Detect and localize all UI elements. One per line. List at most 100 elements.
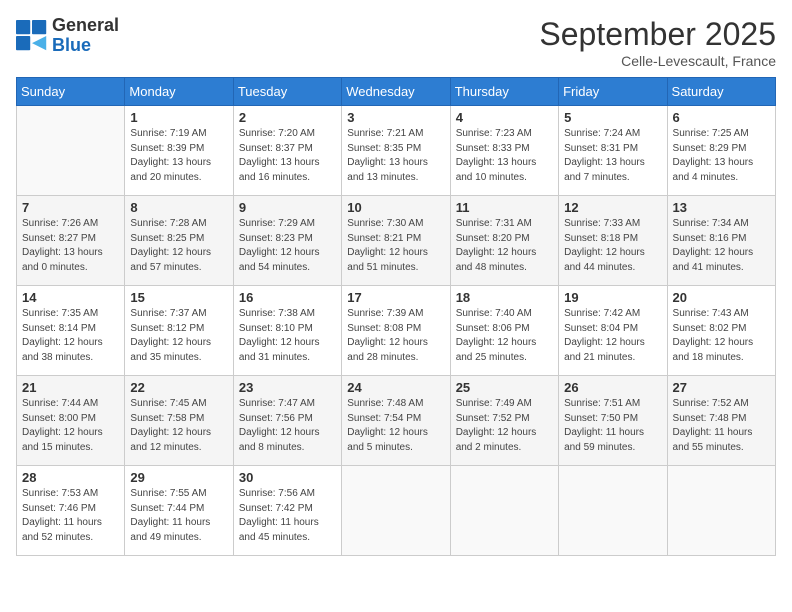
day-info: Sunrise: 7:24 AM Sunset: 8:31 PM Dayligh… [564,127,661,185]
day-number: 5 [564,110,661,125]
day-number: 25 [456,380,553,395]
calendar-cell: 30Sunrise: 7:56 AM Sunset: 7:42 PM Dayli… [233,466,341,556]
day-info: Sunrise: 7:20 AM Sunset: 8:37 PM Dayligh… [239,127,336,185]
calendar-week-row: 1Sunrise: 7:19 AM Sunset: 8:39 PM Daylig… [17,106,776,196]
logo-icon [16,20,48,52]
day-info: Sunrise: 7:53 AM Sunset: 7:46 PM Dayligh… [22,487,119,545]
day-of-week-header: Sunday [17,78,125,106]
day-info: Sunrise: 7:40 AM Sunset: 8:06 PM Dayligh… [456,307,553,365]
day-number: 28 [22,470,119,485]
calendar-cell: 21 Sunrise: 7:44 AM Sunset: 8:00 PM Dayli… [17,376,125,466]
day-number: 18 [456,290,553,305]
calendar-cell: 10 Sunrise: 7:30 AM Sunset: 8:21 PM Dayli… [342,196,450,286]
calendar-cell: 22Sunrise: 7:45 AM Sunset: 7:58 PM Dayli… [125,376,233,466]
calendar-cell: 27 Sunrise: 7:52 AM Sunset: 7:48 PM Dayli… [667,376,775,466]
day-number: 12 [564,200,661,215]
day-info: Sunrise: 7:45 AM Sunset: 7:58 PM Dayligh… [130,397,227,455]
calendar-cell: 11 Sunrise: 7:31 AM Sunset: 8:20 PM Dayli… [450,196,558,286]
day-info: Sunrise: 7:47 AM Sunset: 7:56 PM Dayligh… [239,397,336,455]
day-info: Sunrise: 7:19 AM Sunset: 8:39 PM Dayligh… [130,127,227,185]
day-number: 16 [239,290,336,305]
day-info: Sunrise: 7:31 AM Sunset: 8:20 PM Dayligh… [456,217,553,275]
calendar-cell: 16 Sunrise: 7:38 AM Sunset: 8:10 PM Dayli… [233,286,341,376]
day-number: 26 [564,380,661,395]
calendar-cell [667,466,775,556]
day-info: Sunrise: 7:26 AM Sunset: 8:27 PM Dayligh… [22,217,119,275]
day-info: Sunrise: 7:33 AM Sunset: 8:18 PM Dayligh… [564,217,661,275]
day-info: Sunrise: 7:44 AM Sunset: 8:00 PM Dayligh… [22,397,119,455]
day-number: 27 [673,380,770,395]
calendar-cell: 1Sunrise: 7:19 AM Sunset: 8:39 PM Daylig… [125,106,233,196]
day-number: 9 [239,200,336,215]
day-number: 10 [347,200,444,215]
calendar-cell: 9 Sunrise: 7:29 AM Sunset: 8:23 PM Daylig… [233,196,341,286]
logo-text: General Blue [52,16,119,56]
logo: General Blue [16,16,119,56]
calendar-cell: 3 Sunrise: 7:21 AM Sunset: 8:35 PM Daylig… [342,106,450,196]
day-info: Sunrise: 7:38 AM Sunset: 8:10 PM Dayligh… [239,307,336,365]
day-number: 2 [239,110,336,125]
day-info: Sunrise: 7:39 AM Sunset: 8:08 PM Dayligh… [347,307,444,365]
day-info: Sunrise: 7:55 AM Sunset: 7:44 PM Dayligh… [130,487,227,545]
day-info: Sunrise: 7:35 AM Sunset: 8:14 PM Dayligh… [22,307,119,365]
day-number: 17 [347,290,444,305]
calendar-cell: 5 Sunrise: 7:24 AM Sunset: 8:31 PM Daylig… [559,106,667,196]
calendar-cell: 24 Sunrise: 7:48 AM Sunset: 7:54 PM Dayli… [342,376,450,466]
day-number: 13 [673,200,770,215]
day-number: 6 [673,110,770,125]
day-number: 7 [22,200,119,215]
calendar-cell: 18 Sunrise: 7:40 AM Sunset: 8:06 PM Dayli… [450,286,558,376]
day-number: 8 [130,200,227,215]
day-info: Sunrise: 7:49 AM Sunset: 7:52 PM Dayligh… [456,397,553,455]
day-of-week-header: Monday [125,78,233,106]
calendar-week-row: 28 Sunrise: 7:53 AM Sunset: 7:46 PM Dayli… [17,466,776,556]
day-info: Sunrise: 7:28 AM Sunset: 8:25 PM Dayligh… [130,217,227,275]
day-number: 3 [347,110,444,125]
day-of-week-header: Friday [559,78,667,106]
calendar-cell: 23 Sunrise: 7:47 AM Sunset: 7:56 PM Dayli… [233,376,341,466]
calendar-cell: 19 Sunrise: 7:42 AM Sunset: 8:04 PM Dayli… [559,286,667,376]
day-of-week-header: Thursday [450,78,558,106]
day-info: Sunrise: 7:48 AM Sunset: 7:54 PM Dayligh… [347,397,444,455]
calendar-cell: 12 Sunrise: 7:33 AM Sunset: 8:18 PM Dayli… [559,196,667,286]
day-info: Sunrise: 7:43 AM Sunset: 8:02 PM Dayligh… [673,307,770,365]
day-number: 20 [673,290,770,305]
day-info: Sunrise: 7:42 AM Sunset: 8:04 PM Dayligh… [564,307,661,365]
day-of-week-header: Tuesday [233,78,341,106]
calendar-cell [450,466,558,556]
calendar-cell: 4Sunrise: 7:23 AM Sunset: 8:33 PM Daylig… [450,106,558,196]
day-number: 29 [130,470,227,485]
calendar-cell [559,466,667,556]
day-info: Sunrise: 7:25 AM Sunset: 8:29 PM Dayligh… [673,127,770,185]
day-number: 24 [347,380,444,395]
calendar-week-row: 21 Sunrise: 7:44 AM Sunset: 8:00 PM Dayli… [17,376,776,466]
calendar-cell: 14 Sunrise: 7:35 AM Sunset: 8:14 PM Dayli… [17,286,125,376]
location: Celle-Levescault, France [539,53,776,69]
calendar-cell: 2 Sunrise: 7:20 AM Sunset: 8:37 PM Daylig… [233,106,341,196]
day-number: 21 [22,380,119,395]
calendar-table: SundayMondayTuesdayWednesdayThursdayFrid… [16,77,776,556]
calendar-cell: 25 Sunrise: 7:49 AM Sunset: 7:52 PM Dayli… [450,376,558,466]
day-number: 11 [456,200,553,215]
day-info: Sunrise: 7:29 AM Sunset: 8:23 PM Dayligh… [239,217,336,275]
day-info: Sunrise: 7:21 AM Sunset: 8:35 PM Dayligh… [347,127,444,185]
calendar-cell: 26Sunrise: 7:51 AM Sunset: 7:50 PM Dayli… [559,376,667,466]
day-number: 14 [22,290,119,305]
calendar-cell: 7 Sunrise: 7:26 AM Sunset: 8:27 PM Daylig… [17,196,125,286]
calendar-header-row: SundayMondayTuesdayWednesdayThursdayFrid… [17,78,776,106]
calendar-week-row: 7 Sunrise: 7:26 AM Sunset: 8:27 PM Daylig… [17,196,776,286]
day-number: 19 [564,290,661,305]
day-info: Sunrise: 7:30 AM Sunset: 8:21 PM Dayligh… [347,217,444,275]
day-of-week-header: Saturday [667,78,775,106]
calendar-cell [17,106,125,196]
calendar-cell: 13 Sunrise: 7:34 AM Sunset: 8:16 PM Dayli… [667,196,775,286]
day-info: Sunrise: 7:56 AM Sunset: 7:42 PM Dayligh… [239,487,336,545]
day-info: Sunrise: 7:34 AM Sunset: 8:16 PM Dayligh… [673,217,770,275]
calendar-cell: 28 Sunrise: 7:53 AM Sunset: 7:46 PM Dayli… [17,466,125,556]
calendar-cell: 15Sunrise: 7:37 AM Sunset: 8:12 PM Dayli… [125,286,233,376]
month-title: September 2025 [539,16,776,53]
day-number: 23 [239,380,336,395]
day-info: Sunrise: 7:52 AM Sunset: 7:48 PM Dayligh… [673,397,770,455]
day-number: 15 [130,290,227,305]
calendar-cell: 20 Sunrise: 7:43 AM Sunset: 8:02 PM Dayli… [667,286,775,376]
